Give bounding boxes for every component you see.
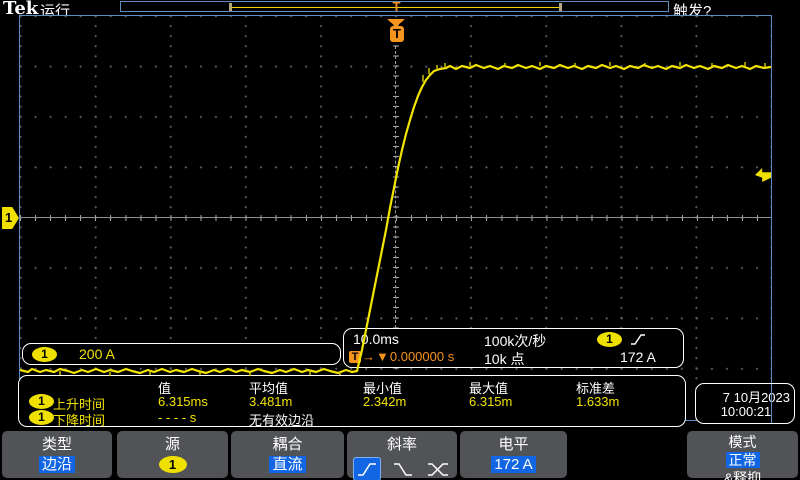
slope-options — [353, 457, 451, 480]
channel1-scale: 200 A — [79, 346, 115, 362]
trigger-delay-value: 0.000000 s — [390, 349, 454, 364]
meas-row1-stddev: 1.633m — [576, 394, 619, 409]
menu-level-button[interactable]: 电平 172 A — [460, 431, 567, 478]
meas-row2-note: 无有效边沿 — [249, 410, 314, 429]
meas-row1-min: 2.342m — [363, 394, 406, 409]
mode-value: 正常 — [726, 452, 760, 468]
time-label: 10:00:21 — [696, 404, 796, 419]
mode-label: 模式 — [729, 432, 757, 452]
meas-row2-value: - - - - s — [158, 410, 196, 425]
acquisition-rate: 100k次/秒 — [484, 331, 546, 351]
meas-row1-max: 6.315m — [469, 394, 512, 409]
menu-coupling-button[interactable]: 耦合 直流 — [231, 431, 344, 478]
channel1-badge: 1 — [32, 347, 57, 362]
slope-rising-icon[interactable] — [353, 457, 381, 480]
softkey-menu: 类型 边沿 源 1 耦合 直流 斜率 — [0, 429, 800, 480]
trigger-level-readout: 172 A — [620, 349, 656, 365]
source-channel-badge: 1 — [159, 456, 187, 473]
trigger-slope-icon — [630, 333, 646, 346]
channel1-ground-marker: 1 — [2, 207, 19, 229]
slope-either-icon[interactable] — [425, 458, 451, 480]
trigger-position-marker-icon: T — [390, 26, 404, 42]
trigger-t-icon: T — [349, 351, 361, 363]
level-label: 电平 — [498, 433, 528, 454]
record-length: 10k 点 — [484, 349, 524, 369]
trigger-source-badge: 1 — [597, 332, 622, 347]
graticule-border-segment — [771, 384, 772, 423]
trigger-source-readout: 1 — [597, 332, 646, 347]
slope-falling-icon[interactable] — [390, 458, 416, 480]
meas-row1-value: 6.315ms — [158, 394, 208, 409]
oscilloscope-screen: Tek 运行 T 触发? T 1 1 200 A 10.0ms T→▼0.000… — [0, 0, 800, 480]
time-per-div: 10.0ms — [353, 331, 399, 347]
trigger-type-value: 边沿 — [39, 456, 75, 473]
coupling-value: 直流 — [269, 456, 305, 473]
menu-mode-button[interactable]: 模式 正常 &释抑 — [687, 431, 798, 478]
delay-arrow-icon: → — [362, 349, 375, 364]
meas-row2-channel-badge: 1 — [29, 410, 54, 425]
channel1-readout-box: 1 200 A — [22, 343, 341, 365]
window-bracket-left — [229, 3, 232, 11]
coupling-label: 耦合 — [272, 433, 302, 454]
record-trigger-position-icon: T — [389, 0, 404, 14]
measurement-table: 值 平均值 最小值 最大值 标准差 1 上升时间 6.315ms 3.481m … — [18, 375, 686, 427]
level-value: 172 A — [491, 456, 535, 473]
datetime-box: 7 10月2023 10:00:21 — [695, 383, 795, 424]
timebase-readout-box: 10.0ms T→▼0.000000 s 100k次/秒 10k 点 1 172… — [343, 328, 684, 368]
meas-row1-mean: 3.481m — [249, 394, 292, 409]
menu-source-button[interactable]: 源 1 — [117, 431, 228, 478]
menu-slope-button[interactable]: 斜率 — [347, 431, 457, 478]
window-bracket-right — [559, 3, 562, 11]
trigger-position-line — [395, 46, 396, 328]
mode-value2: &释抑 — [724, 468, 761, 480]
trigger-type-label: 类型 — [42, 433, 72, 454]
menu-trigger-type-button[interactable]: 类型 边沿 — [2, 431, 112, 478]
delay-marker-icon: ▼ — [376, 349, 389, 364]
meas-row1-channel-badge: 1 — [29, 394, 54, 409]
meas-row2-name: 下降时间 — [53, 410, 105, 429]
trigger-delay-readout: T→▼0.000000 s — [349, 349, 454, 364]
source-label: 源 — [165, 433, 180, 454]
slope-label: 斜率 — [387, 433, 417, 454]
